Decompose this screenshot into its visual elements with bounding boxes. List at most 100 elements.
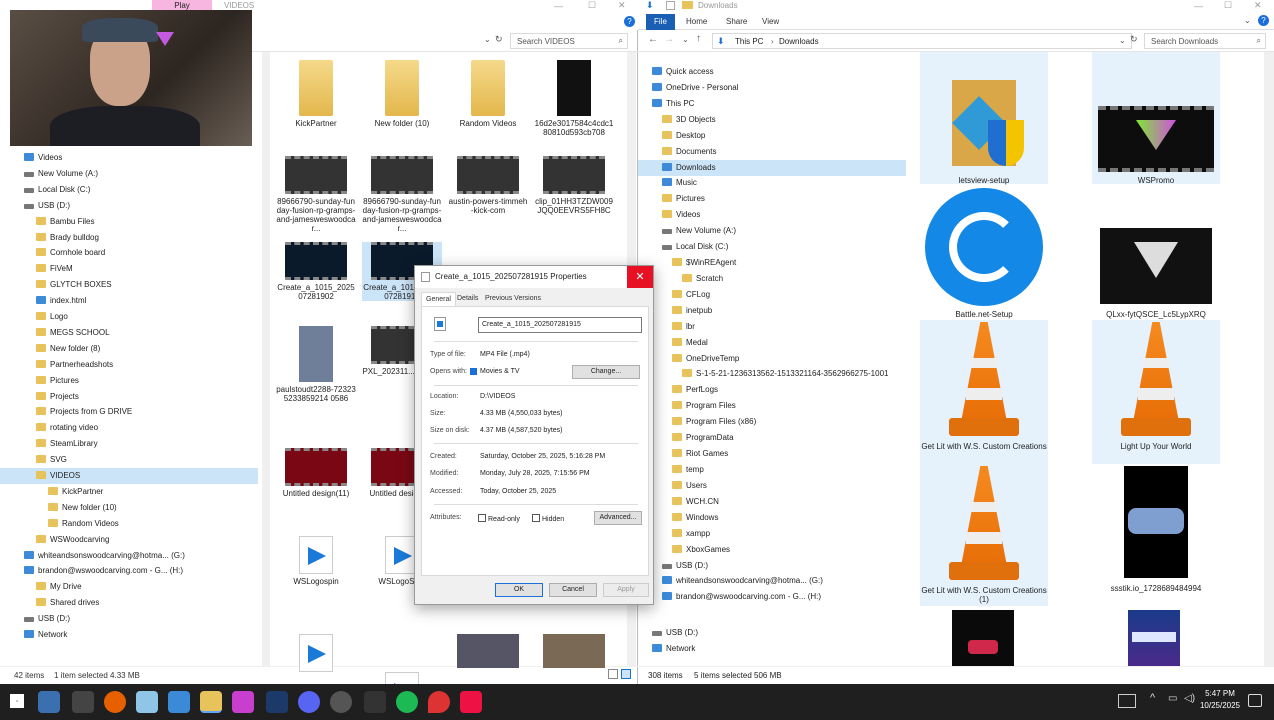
breadcrumb-this-pc[interactable]: This PC — [735, 37, 763, 46]
nav-item[interactable]: Network — [0, 627, 258, 643]
nav-item[interactable]: rotating video — [0, 420, 258, 436]
address-input[interactable]: ⬇ This PC › Downloads ⌄ — [712, 33, 1132, 49]
nav-item[interactable]: OneDrive - Personal — [638, 80, 906, 96]
nav-item[interactable]: brandon@wswoodcarving.com - G... (H:) — [638, 589, 906, 605]
nav-item[interactable]: Cornhole board — [0, 245, 258, 261]
nav-item[interactable]: Partnerheadshots — [0, 357, 258, 373]
nav-item[interactable]: New Volume (A:) — [0, 166, 258, 182]
video-thumbnail[interactable] — [952, 610, 1014, 666]
tab-view[interactable]: View — [754, 14, 787, 30]
steam-icon[interactable] — [266, 691, 288, 713]
file-tile[interactable]: Untitled design(11) — [276, 448, 356, 498]
refresh-icon[interactable]: ↻ — [495, 34, 503, 45]
help-icon[interactable]: ? — [624, 16, 635, 27]
calculator-icon[interactable] — [168, 691, 190, 713]
file-tile[interactable]: 16d2e3017584c4cdc180810d593cb708 — [534, 60, 614, 137]
tab-share[interactable]: Share — [718, 14, 755, 30]
nav-item[interactable]: Network — [638, 641, 906, 657]
keyboard-icon[interactable] — [1118, 694, 1136, 708]
nav-item[interactable]: USB (D:) — [0, 611, 258, 627]
taskbar-app-icon[interactable] — [136, 691, 158, 713]
apply-button[interactable]: Apply — [603, 583, 649, 597]
nav-item[interactable]: ProgramData — [638, 430, 906, 446]
hidden-checkbox[interactable]: Hidden — [532, 514, 564, 523]
nav-item[interactable]: Brady bulldog — [0, 230, 258, 246]
nav-item[interactable]: WSWoodcarving — [0, 532, 258, 548]
change-button[interactable]: Change... — [572, 365, 640, 379]
nav-item[interactable]: Videos — [638, 207, 906, 223]
file-battlenet-setup[interactable]: Battle.net-Setup — [920, 188, 1048, 319]
up-arrow-icon[interactable]: ↑ — [696, 33, 701, 44]
file-tile[interactable]: KickPartner — [276, 60, 356, 128]
tab-general[interactable]: General — [421, 292, 456, 306]
nav-item[interactable]: FiVeM — [0, 261, 258, 277]
file-tile[interactable]: 89666790-sunday-funday-fusion-rp-gramps-… — [276, 156, 356, 233]
file-letsview-setup[interactable]: letsview-setup — [920, 54, 1048, 185]
volume-icon[interactable]: ◁) — [1184, 693, 1195, 704]
nav-item[interactable]: OneDriveTemp — [638, 351, 906, 367]
file-explorer-icon[interactable] — [200, 691, 222, 713]
right-search-input[interactable]: Search Downloads ⌕ — [1144, 33, 1266, 49]
large-icons-view-icon[interactable] — [621, 669, 631, 679]
taskbar-app-icon[interactable] — [232, 691, 254, 713]
dialog-close-button[interactable]: ✕ — [627, 266, 653, 288]
ok-button[interactable]: OK — [495, 583, 543, 597]
nav-item[interactable]: Desktop — [638, 128, 906, 144]
nav-item[interactable]: Music — [638, 175, 906, 191]
firefox-icon[interactable] — [104, 691, 126, 713]
nav-item[interactable]: $WinREAgent — [638, 255, 906, 271]
start-windows-icon[interactable] — [10, 694, 24, 708]
clock[interactable]: 5:47 PM 10/25/2025 — [1198, 688, 1242, 712]
ribbon-expand-icon[interactable]: ⌄ — [1244, 16, 1251, 25]
file-get-lit[interactable]: Get Lit with W.S. Custom Creations — [920, 322, 1048, 451]
nav-item[interactable]: New folder (10) — [0, 500, 258, 516]
left-search-input[interactable]: Search VIDEOS ⌕ — [510, 33, 628, 49]
breadcrumb-downloads[interactable]: Downloads — [779, 37, 819, 46]
forward-arrow-icon[interactable]: → — [664, 34, 674, 45]
file-tile[interactable]: 89666790-sunday-funday-fusion-rp-gramps-… — [362, 156, 442, 233]
file-tile[interactable]: Random Videos — [448, 60, 528, 128]
nav-item[interactable]: Pictures — [0, 373, 258, 389]
nav-item[interactable]: Scratch — [638, 271, 906, 287]
nav-item[interactable]: This PC — [638, 96, 906, 112]
tab-file[interactable]: File — [646, 14, 675, 30]
nav-item[interactable]: Local Disk (C:) — [0, 182, 258, 198]
notifications-icon[interactable] — [1248, 694, 1262, 707]
network-icon[interactable]: ▭ — [1168, 693, 1177, 704]
details-view-icon[interactable] — [608, 669, 618, 679]
chevron-down-icon[interactable]: ⌄ — [484, 35, 491, 44]
filename-field[interactable]: Create_a_1015_202507281915 — [478, 317, 642, 333]
file-tile[interactable]: Create_a_1015_202507281902 — [276, 242, 356, 301]
taskbar-app-icon[interactable] — [428, 691, 450, 713]
taskbar-app-icon[interactable] — [72, 691, 94, 713]
file-qlxx[interactable]: QLxx-fytQSCE_Lc5LypXRQ — [1092, 188, 1220, 319]
nav-item[interactable]: XboxGames — [638, 542, 906, 558]
file-ssstik[interactable]: ssstik.io_1728689484994 — [1092, 466, 1220, 593]
nav-item[interactable]: My Drive — [0, 579, 258, 595]
spotify-icon[interactable] — [396, 691, 418, 713]
nav-item[interactable]: Bambu Files — [0, 214, 258, 230]
nav-item[interactable]: Medal — [638, 335, 906, 351]
minimize-icon[interactable]: — — [554, 1, 563, 11]
advanced-button[interactable]: Advanced... — [594, 511, 642, 525]
help-icon[interactable]: ? — [1258, 15, 1269, 26]
nav-item[interactable]: PerfLogs — [638, 382, 906, 398]
nav-item[interactable]: xampp — [638, 526, 906, 542]
maximize-icon[interactable]: ☐ — [1224, 0, 1232, 11]
file-tile[interactable]: austin-powers-timmeh-kick-com — [448, 156, 528, 215]
nav-item[interactable]: Projects — [0, 389, 258, 405]
file-tile[interactable]: WSLogospin — [276, 536, 356, 586]
nav-item[interactable]: SteamLibrary — [0, 436, 258, 452]
file-get-lit-1[interactable]: Get Lit with W.S. Custom Creations (1) — [920, 466, 1048, 604]
nav-item[interactable]: New Volume (A:) — [638, 223, 906, 239]
left-nav-scrollbar[interactable] — [262, 52, 270, 666]
nav-item[interactable]: MEGS SCHOOL — [0, 325, 258, 341]
nav-item[interactable]: Videos — [0, 150, 258, 166]
back-arrow-icon[interactable]: ← — [648, 34, 658, 45]
tab-home[interactable]: Home — [678, 14, 715, 30]
file-tile[interactable]: paulstoudt2288-723235233859214 0586 — [276, 326, 356, 403]
readonly-checkbox[interactable]: Read-only — [478, 514, 520, 523]
tab-details[interactable]: Details — [453, 292, 482, 306]
nav-item[interactable]: New folder (8) — [0, 341, 258, 357]
checkbox-icon[interactable] — [666, 1, 675, 10]
